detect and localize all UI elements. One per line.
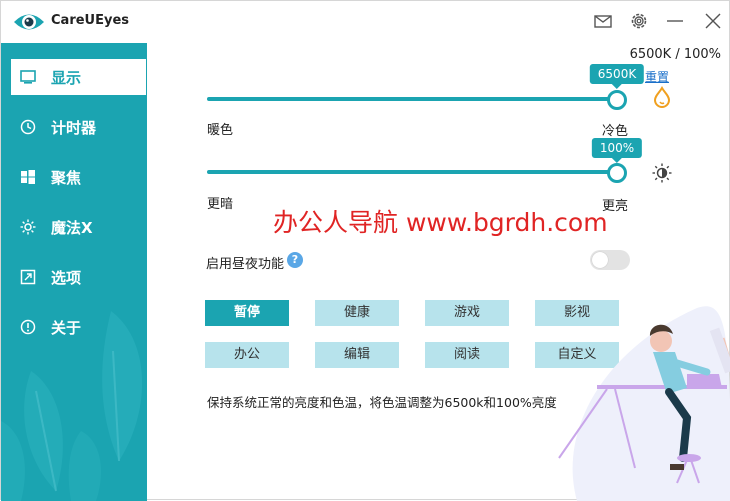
color-temp-slider[interactable] (207, 89, 627, 110)
warm-label: 暖色 (207, 123, 234, 138)
sidebar-item-label: 选项 (51, 268, 82, 287)
monitor-icon (19, 68, 37, 86)
watermark-text: 办公人导航 www.bgrdh.com (273, 208, 608, 237)
person-at-desk-illustration (558, 306, 730, 501)
preset-read-button[interactable]: 阅读 (425, 342, 509, 368)
brightness-icon (651, 162, 673, 184)
gear-icon[interactable] (629, 11, 649, 31)
sidebar-item-label: 计时器 (51, 118, 97, 137)
clock-icon (19, 118, 37, 136)
reset-link[interactable]: 重置 (645, 68, 669, 85)
display-panel: 6500K / 100% 重置 6500K 暖色 冷色 100% 更暗 更亮 办… (147, 43, 730, 501)
app-title: CareUEyes (51, 13, 130, 28)
title-bar: CareUEyes (1, 1, 729, 43)
app-window: CareUEyes 显示 计时器 聚焦 魔法X 选项 关于 6500K / 10… (0, 0, 730, 501)
sidebar-item-label: 魔法X (51, 218, 93, 237)
color-temp-track (207, 97, 617, 101)
sidebar-item-label: 显示 (51, 68, 82, 87)
windows-icon (19, 168, 37, 186)
sidebar-item-magic[interactable]: 魔法X (11, 209, 146, 245)
info-icon (19, 318, 37, 336)
cool-label: 冷色 (602, 124, 629, 139)
mail-icon[interactable] (593, 11, 613, 31)
toggle-knob (592, 252, 608, 268)
color-temp-thumb[interactable] (607, 90, 627, 110)
brightness-thumb[interactable] (607, 163, 627, 183)
sidebar-item-timer[interactable]: 计时器 (11, 109, 146, 145)
preset-health-button[interactable]: 健康 (315, 300, 399, 326)
sidebar: 显示 计时器 聚焦 魔法X 选项 关于 (1, 43, 147, 501)
sun-icon (19, 218, 37, 236)
brightness-slider[interactable] (207, 162, 627, 183)
color-temp-tooltip: 6500K (589, 64, 645, 89)
options-icon (19, 268, 37, 286)
sidebar-item-about[interactable]: 关于 (11, 309, 146, 345)
help-icon[interactable]: ? (287, 252, 303, 268)
darker-label: 更暗 (207, 197, 234, 212)
sidebar-item-display[interactable]: 显示 (11, 59, 146, 95)
preset-edit-button[interactable]: 编辑 (315, 342, 399, 368)
minimize-icon[interactable] (665, 11, 685, 31)
preset-office-button[interactable]: 办公 (205, 342, 289, 368)
day-night-label: 启用昼夜功能 (206, 257, 285, 272)
close-icon[interactable] (703, 11, 723, 31)
day-night-toggle[interactable] (590, 250, 630, 270)
sidebar-item-label: 聚焦 (51, 168, 82, 187)
preset-pause-button[interactable]: 暂停 (205, 300, 289, 326)
sidebar-item-focus[interactable]: 聚焦 (11, 159, 146, 195)
sidebar-item-label: 关于 (51, 318, 82, 337)
eye-logo-icon (13, 9, 45, 35)
sidebar-item-options[interactable]: 选项 (11, 259, 146, 295)
preset-description: 保持系统正常的亮度和色温，将色温调整为6500k和100%亮度 (207, 395, 557, 410)
drop-icon (651, 86, 673, 108)
brightness-tooltip: 100% (591, 138, 643, 163)
brightness-track (207, 170, 617, 174)
preset-game-button[interactable]: 游戏 (425, 300, 509, 326)
status-readout: 6500K / 100% (629, 47, 721, 62)
